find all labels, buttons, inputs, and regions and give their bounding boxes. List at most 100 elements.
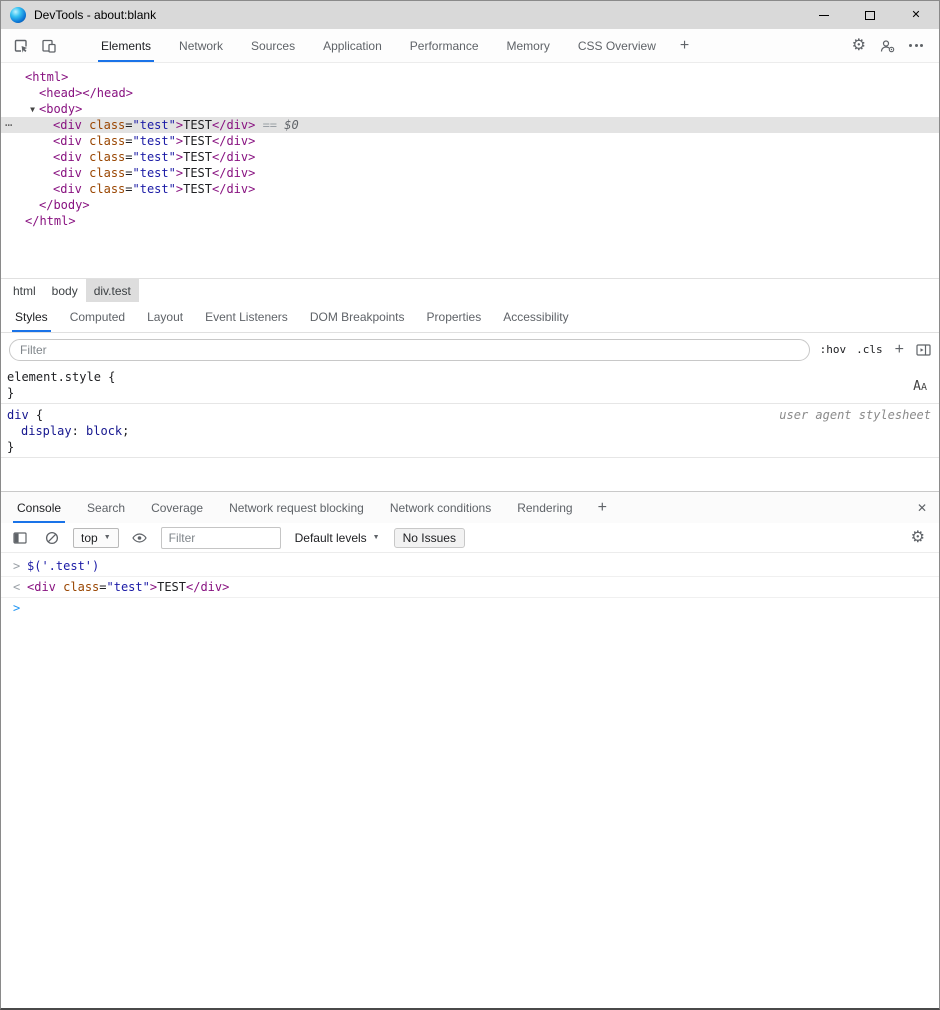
eye-icon[interactable] xyxy=(129,527,151,549)
syntax-token: > xyxy=(176,150,183,164)
toggle-class-button[interactable]: .cls xyxy=(856,343,883,356)
breadcrumb-body[interactable]: body xyxy=(44,279,86,302)
syntax-token: > xyxy=(176,182,183,196)
styles-tab-layout[interactable]: Layout xyxy=(136,302,194,332)
tab-sources[interactable]: Sources xyxy=(239,29,307,62)
inspect-element-icon[interactable] xyxy=(7,32,35,60)
breadcrumb-html[interactable]: html xyxy=(5,279,44,302)
console-result[interactable]: <<div class="test">TEST</div> xyxy=(1,577,939,598)
styles-tab-properties[interactable]: Properties xyxy=(416,302,493,332)
css-property-value[interactable]: block xyxy=(86,424,122,438)
tab-network[interactable]: Network xyxy=(167,29,235,62)
syntax-token: class xyxy=(89,134,125,148)
console-toolbar: top ▼ Default levels ▼ No Issues ⚙ xyxy=(1,523,939,553)
settings-gear-icon[interactable]: ⚙ xyxy=(852,38,866,54)
console-settings-gear-icon[interactable]: ⚙ xyxy=(911,530,925,546)
syntax-token: <div xyxy=(53,134,82,148)
syntax-token: TEST xyxy=(183,118,212,132)
close-brace: } xyxy=(7,440,14,454)
dom-tree-node[interactable]: </html> xyxy=(1,213,939,229)
dom-tree-node[interactable]: ▼<body> xyxy=(1,101,939,117)
close-brace: } xyxy=(7,386,14,400)
expand-arrow-icon[interactable]: ▼ xyxy=(26,102,39,118)
styles-tab-computed[interactable]: Computed xyxy=(59,302,136,332)
styles-filter-input[interactable] xyxy=(9,339,810,361)
console-command[interactable]: >$('.test') xyxy=(1,556,939,577)
close-drawer-button[interactable]: ✕ xyxy=(905,492,939,523)
syntax-token: <div xyxy=(53,182,82,196)
console-sidebar-icon[interactable] xyxy=(9,527,31,549)
styles-tab-dom-breakpoints[interactable]: DOM Breakpoints xyxy=(299,302,416,332)
css-declaration[interactable]: display: block; xyxy=(7,423,933,439)
font-size-icon[interactable]: AA xyxy=(913,380,927,393)
styles-tab-accessibility[interactable]: Accessibility xyxy=(492,302,579,332)
syntax-token: <head> xyxy=(39,86,82,100)
dom-tree-node[interactable]: <div class="test">TEST</div> xyxy=(1,181,939,197)
execution-context-select[interactable]: top ▼ xyxy=(73,528,119,548)
more-drawer-tabs-button[interactable]: + xyxy=(586,492,619,523)
drawer-tab-strip: ConsoleSearchCoverageNetwork request blo… xyxy=(4,492,586,523)
drawer-tab-network-conditions[interactable]: Network conditions xyxy=(377,492,504,523)
drawer-tab-rendering[interactable]: Rendering xyxy=(504,492,585,523)
syntax-token: $('.test') xyxy=(27,559,99,573)
open-brace: { xyxy=(29,408,43,422)
syntax-token: = xyxy=(125,150,132,164)
selector-text[interactable]: div xyxy=(7,408,29,422)
user-agent-style-rule[interactable]: user agent stylesheetdiv { display: bloc… xyxy=(1,404,939,458)
dom-tree-node[interactable]: ⋯<div class="test">TEST</div> == $0 xyxy=(1,117,939,133)
dom-tree-node[interactable]: </body> xyxy=(1,197,939,213)
syntax-token: TEST xyxy=(183,166,212,180)
maximize-button[interactable] xyxy=(847,1,893,29)
toggle-hover-state-button[interactable]: :hov xyxy=(820,343,847,356)
syntax-token: <body> xyxy=(39,102,82,116)
tab-application[interactable]: Application xyxy=(311,29,394,62)
more-options-icon[interactable] xyxy=(909,44,923,47)
log-levels-select[interactable]: Default levels ▼ xyxy=(291,531,384,545)
css-property-name[interactable]: display xyxy=(21,424,72,438)
console-messages: >$('.test')<<div class="test">TEST</div>… xyxy=(1,553,939,1008)
drawer-tab-coverage[interactable]: Coverage xyxy=(138,492,216,523)
close-icon: ✕ xyxy=(911,10,920,21)
dom-tree-node[interactable]: <div class="test">TEST</div> xyxy=(1,133,939,149)
new-style-rule-button[interactable]: + xyxy=(893,341,906,359)
dom-tree-node[interactable]: <html> xyxy=(1,69,939,85)
sidebar-toggle-icon[interactable] xyxy=(916,344,931,356)
levels-label: Default levels xyxy=(295,531,367,545)
tab-css-overview[interactable]: CSS Overview xyxy=(566,29,668,62)
drawer-tab-network-request-blocking[interactable]: Network request blocking xyxy=(216,492,377,523)
dom-tree-node[interactable]: <div class="test">TEST</div> xyxy=(1,149,939,165)
tab-memory[interactable]: Memory xyxy=(495,29,562,62)
styles-tab-event-listeners[interactable]: Event Listeners xyxy=(194,302,299,332)
more-panels-button[interactable]: + xyxy=(670,37,699,55)
minimize-button[interactable] xyxy=(801,1,847,29)
clear-console-icon[interactable] xyxy=(41,527,63,549)
syntax-token: > xyxy=(176,134,183,148)
breadcrumb-div-test[interactable]: div.test xyxy=(86,279,139,302)
node-menu-icon[interactable]: ⋯ xyxy=(5,117,13,133)
drawer-tab-search[interactable]: Search xyxy=(74,492,138,523)
tab-elements[interactable]: Elements xyxy=(89,29,163,62)
issues-badge[interactable]: No Issues xyxy=(394,528,465,548)
chevron-down-icon: ▼ xyxy=(104,534,111,541)
styles-tab-styles[interactable]: Styles xyxy=(4,302,59,332)
syntax-token: "test" xyxy=(133,182,176,196)
syntax-token: = xyxy=(125,118,132,132)
dom-tree-node[interactable]: <head></head> xyxy=(1,85,939,101)
syntax-token: "test" xyxy=(133,118,176,132)
element-style-rule[interactable]: element.style { } AA xyxy=(1,366,939,404)
console-filter-input[interactable] xyxy=(161,527,281,549)
console-prompt[interactable]: > xyxy=(1,598,939,618)
toolbar-right-icons: ⚙ xyxy=(852,38,933,54)
syntax-token: <div xyxy=(27,580,56,594)
syntax-token: <div xyxy=(53,166,82,180)
syntax-token: <div xyxy=(53,150,82,164)
tab-performance[interactable]: Performance xyxy=(398,29,491,62)
feedback-icon[interactable] xyxy=(880,39,895,53)
close-button[interactable]: ✕ xyxy=(893,1,939,29)
dom-tree-node[interactable]: <div class="test">TEST</div> xyxy=(1,165,939,181)
open-brace: { xyxy=(101,370,115,384)
device-toolbar-icon[interactable] xyxy=(35,32,63,60)
drawer-tab-console[interactable]: Console xyxy=(4,492,74,523)
syntax-token: </body> xyxy=(39,198,90,212)
element-style-selector[interactable]: element.style { xyxy=(7,369,933,385)
